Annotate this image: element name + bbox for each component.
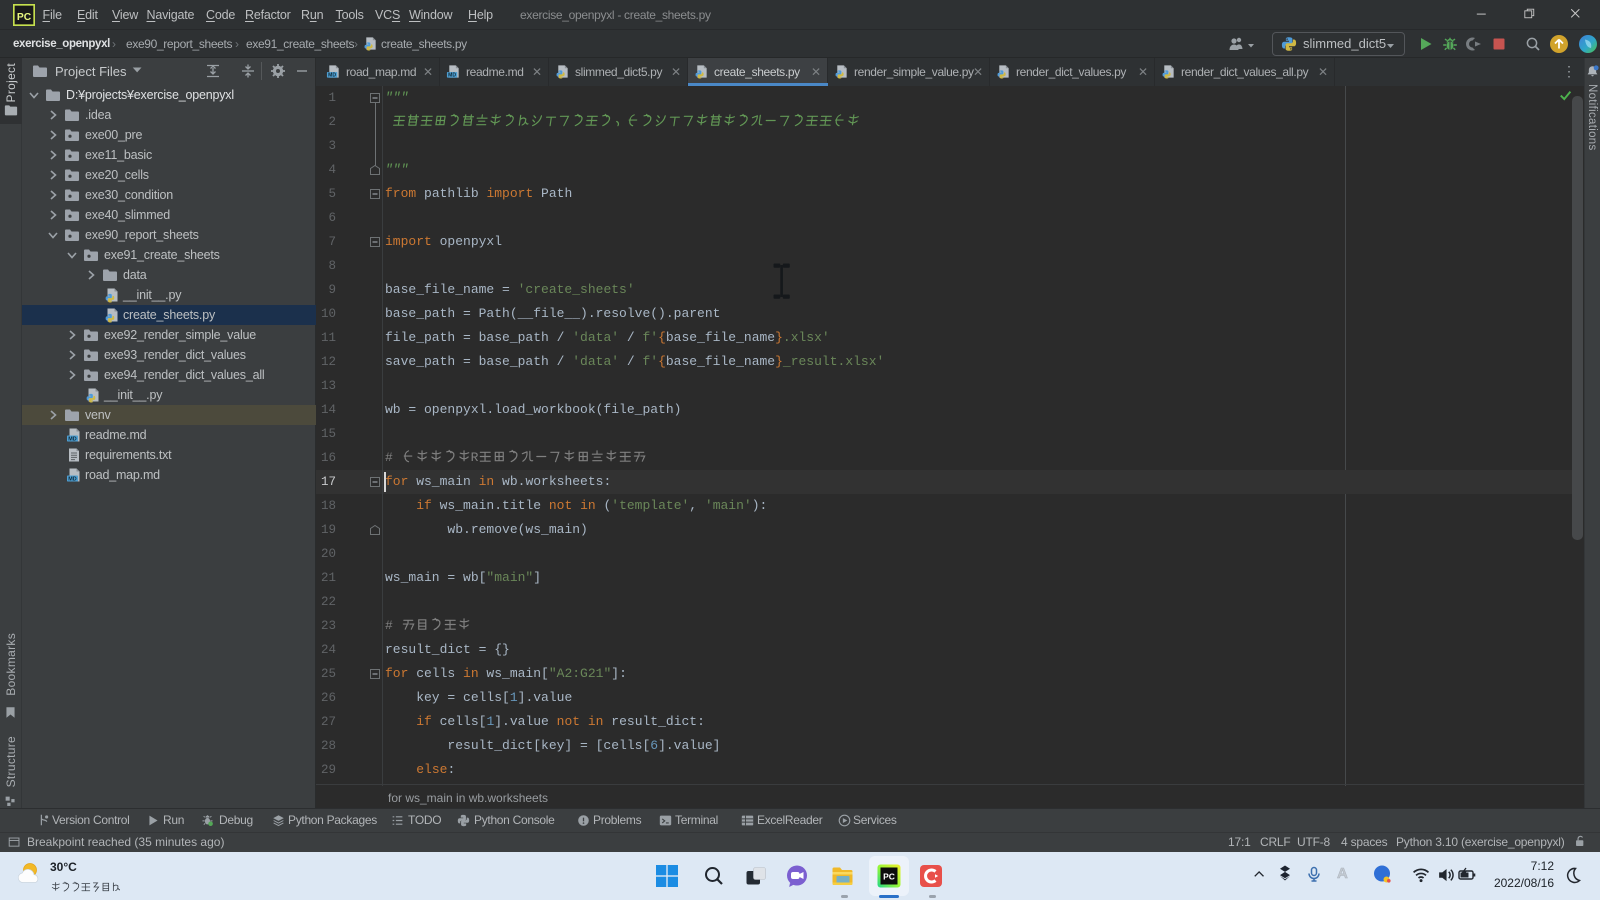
svg-text:PC: PC [883, 872, 895, 882]
svg-text:MD: MD [328, 72, 336, 78]
svg-text:MD: MD [68, 476, 76, 482]
svg-text:PC: PC [17, 12, 32, 23]
svg-text:MD: MD [448, 72, 456, 78]
svg-text:MD: MD [68, 436, 76, 442]
